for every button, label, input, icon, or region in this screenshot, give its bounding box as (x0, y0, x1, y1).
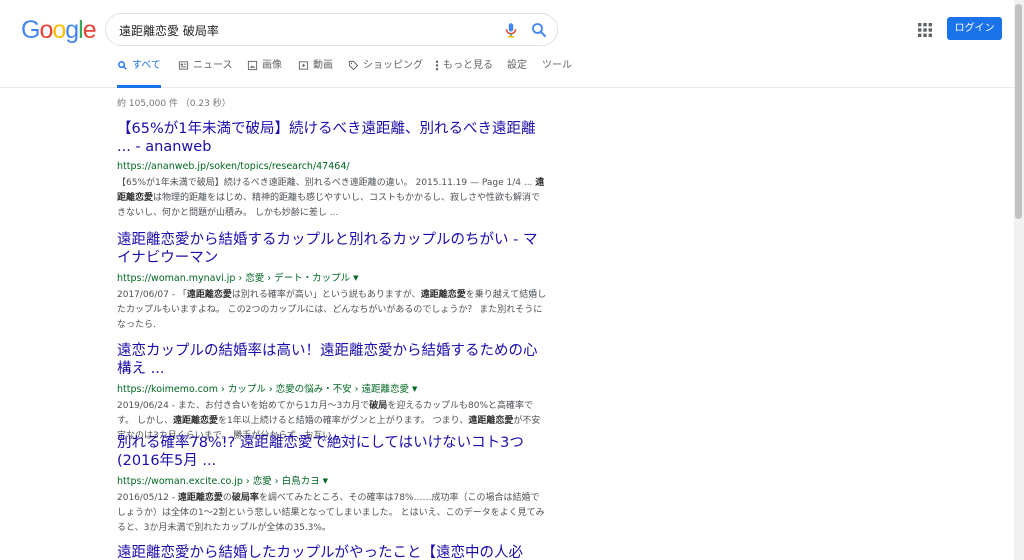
tab-settings[interactable]: 設定 (507, 59, 527, 88)
tab-more[interactable]: もっと見る (435, 59, 493, 88)
result-url[interactable]: https://koimemo.com › カップル › 恋愛の悩み・不安 › … (117, 383, 547, 396)
logo-letter: g (65, 16, 79, 44)
tab-images[interactable]: 画像 (247, 59, 282, 88)
result-title-link[interactable]: 別れる確率78%!? 遠距離恋愛で絶対にしてはいけないコト3つ(2016年5月 … (117, 434, 547, 470)
tag-icon (348, 60, 359, 71)
result-title-link[interactable]: 遠距離恋愛から結婚するカップルと別れるカップルのちがい - マイナビウーマン (117, 231, 547, 267)
result-url[interactable]: https://woman.mynavi.jp › 恋愛 › デート・カップル … (117, 272, 547, 285)
microphone-icon[interactable] (502, 21, 520, 39)
result-snippet: 2017/06/07 - 「遠距離恋愛は別れる確率が高い」という説もありますが、… (117, 290, 547, 330)
tab-tools[interactable]: ツール (542, 59, 572, 88)
search-icon[interactable] (530, 21, 548, 39)
result-url-text: https://koimemo.com › カップル › 恋愛の悩み・不安 › … (117, 384, 409, 395)
search-icon (118, 61, 127, 70)
more-vert-icon (435, 60, 439, 71)
search-result: 遠恋カップルの結婚率は高い！遠距離恋愛から結婚するための心構え ... http… (117, 342, 547, 444)
tab-label: もっと見る (443, 60, 493, 71)
tab-shopping[interactable]: ショッピング (348, 59, 423, 88)
search-result: 【65%が1年未満で破局】続けるべき遠距離、別れるべき遠距離 ... - ana… (117, 120, 547, 221)
logo-letter: e (82, 16, 97, 44)
result-snippet: 【65%が1年未満で破局】続けるべき遠距離、別れるべき遠距離の違い。 2015.… (117, 178, 545, 218)
result-url[interactable]: https://woman.excite.co.jp › 恋愛 › 白鳥カヨ ▼ (117, 475, 547, 488)
dropdown-caret-icon[interactable]: ▼ (323, 477, 328, 485)
tab-videos[interactable]: 動画 (298, 59, 333, 88)
logo-letter: o (52, 16, 66, 44)
image-icon (247, 60, 258, 71)
news-icon (178, 61, 189, 70)
search-result: 別れる確率78%!? 遠距離恋愛で絶対にしてはいけないコト3つ(2016年5月 … (117, 434, 547, 536)
tab-label: ショッピング (363, 60, 423, 71)
tab-label: 画像 (262, 60, 282, 71)
apps-grid-icon[interactable] (918, 23, 932, 37)
dropdown-caret-icon[interactable]: ▼ (412, 385, 417, 393)
google-logo[interactable]: Google (21, 15, 97, 45)
result-url-text: https://woman.mynavi.jp › 恋愛 › デート・カップル (117, 273, 351, 284)
search-input[interactable] (119, 20, 489, 40)
result-stats: 約 105,000 件 （0.23 秒） (117, 99, 231, 109)
result-snippet: 2016/05/12 - 遠距離恋愛の破局率を調べてみたところ、その確率は78%… (117, 493, 545, 533)
video-icon (298, 61, 309, 70)
scrollbar[interactable] (1014, 0, 1024, 560)
dropdown-caret-icon[interactable]: ▼ (353, 274, 358, 282)
search-box (105, 13, 558, 46)
tab-news[interactable]: ニュース (178, 59, 233, 88)
result-url-text: https://woman.excite.co.jp › 恋愛 › 白鳥カヨ (117, 476, 320, 487)
login-button[interactable]: ログイン (947, 17, 1002, 40)
result-title-link[interactable]: 【65%が1年未満で破局】続けるべき遠距離、別れるべき遠距離 ... - ana… (117, 120, 547, 156)
scrollbar-thumb[interactable] (1015, 4, 1022, 219)
logo-letter: G (21, 16, 40, 44)
search-result: 遠距離恋愛から結婚するカップルと別れるカップルのちがい - マイナビウーマン h… (117, 231, 547, 333)
logo-letter: o (39, 16, 53, 44)
result-title-link[interactable]: 遠恋カップルの結婚率は高い！遠距離恋愛から結婚するための心構え ... (117, 342, 547, 378)
tab-label: ツール (542, 60, 572, 71)
header: Google ログイン すべて ニュース 画像 (0, 0, 1024, 88)
tab-label: すべて (132, 60, 161, 71)
tab-label: ニュース (193, 60, 233, 71)
search-result: 遠距離恋愛から結婚したカップルがやったこと【遠恋中の人必見】 - (117, 544, 547, 560)
tab-label: 動画 (313, 60, 333, 71)
tab-label: 設定 (507, 60, 527, 71)
result-title-link[interactable]: 遠距離恋愛から結婚したカップルがやったこと【遠恋中の人必見】 - (117, 544, 547, 560)
tab-all[interactable]: すべて (117, 59, 161, 88)
result-url[interactable]: https://ananweb.jp/soken/topics/research… (117, 161, 547, 173)
